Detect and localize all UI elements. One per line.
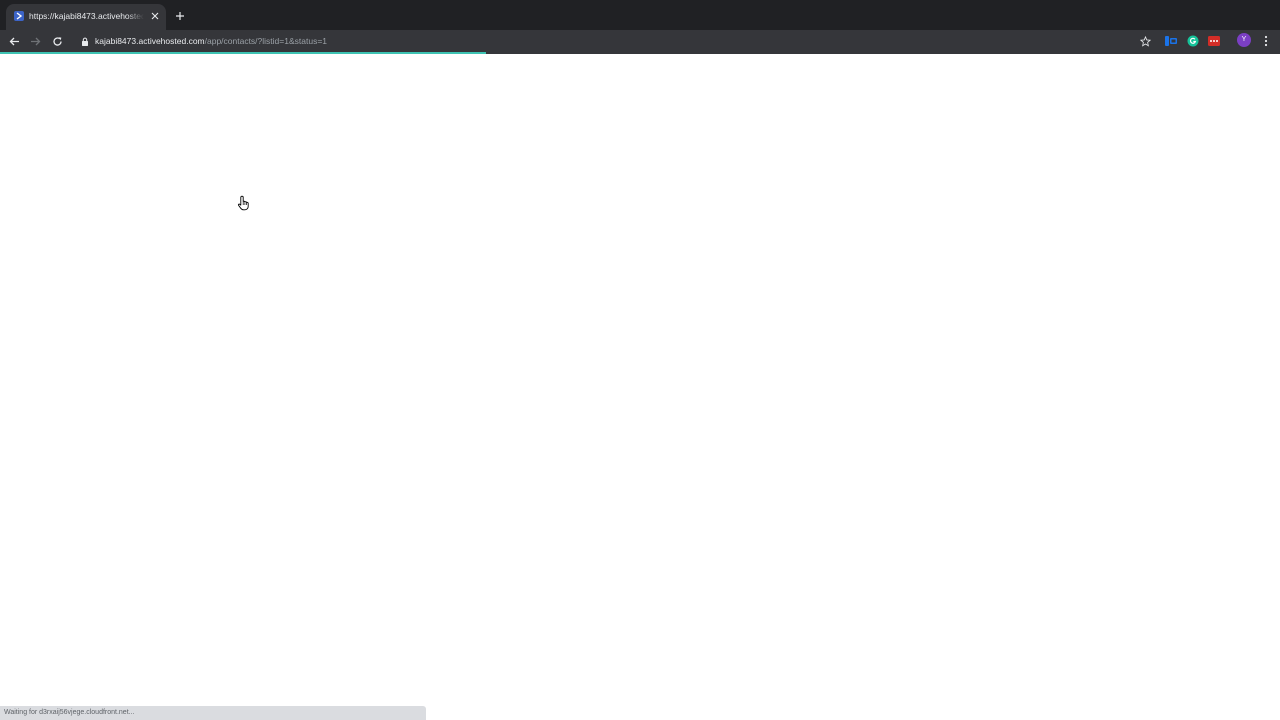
- url-host: kajabi8473.activehosted.com: [95, 36, 205, 46]
- activecampaign-chevron-icon: [14, 11, 24, 21]
- page-content: [0, 54, 1280, 720]
- status-bubble: Waiting for d3rxaij56vjege.cloudfront.ne…: [0, 706, 426, 720]
- tab-strip: https://kajabi8473.activehosted.com/app/…: [0, 0, 1280, 30]
- tab-title: https://kajabi8473.activehosted.com/app/…: [29, 11, 144, 21]
- profile-avatar[interactable]: Y: [1237, 33, 1251, 47]
- grammarly-extension-icon[interactable]: [1186, 34, 1200, 48]
- close-tab-icon[interactable]: [149, 10, 161, 22]
- hand-pointer-cursor-icon: [237, 195, 249, 211]
- browser-window: https://kajabi8473.activehosted.com/app/…: [0, 0, 1280, 720]
- trello-extension-icon[interactable]: [1164, 34, 1178, 48]
- browser-tab[interactable]: https://kajabi8473.activehosted.com/app/…: [6, 4, 166, 30]
- reload-icon[interactable]: [49, 33, 65, 49]
- url-path: /app/contacts/?listid=1&status=1: [204, 36, 328, 46]
- more-vertical-icon[interactable]: [1259, 33, 1273, 49]
- url-text: kajabi8473.activehosted.com/app/contacts…: [95, 35, 327, 47]
- bookmark-star-icon[interactable]: [1138, 34, 1152, 48]
- lock-icon[interactable]: [80, 36, 90, 46]
- browser-toolbar: kajabi8473.activehosted.com/app/contacts…: [0, 30, 1280, 52]
- address-bar[interactable]: kajabi8473.activehosted.com/app/contacts…: [74, 31, 1164, 51]
- arrow-right-icon[interactable]: [27, 33, 43, 49]
- arrow-left-icon[interactable]: [6, 33, 22, 49]
- lastpass-extension-icon[interactable]: [1207, 34, 1221, 48]
- new-tab-plus-icon[interactable]: [172, 8, 188, 24]
